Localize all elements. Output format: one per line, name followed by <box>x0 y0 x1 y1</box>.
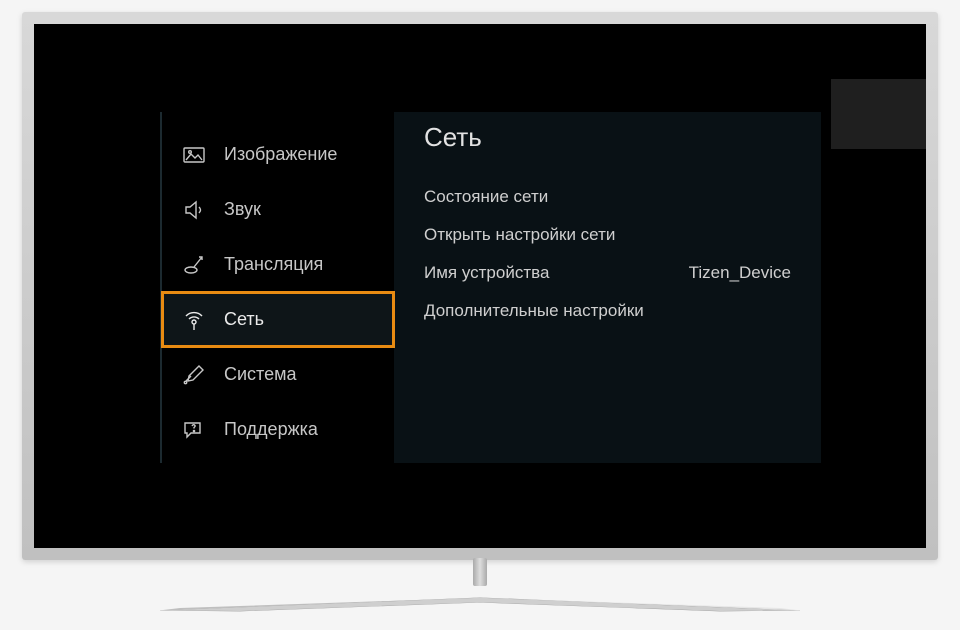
network-icon <box>180 306 208 334</box>
sidebar-item-label: Поддержка <box>224 419 318 440</box>
content-item-label: Открыть настройки сети <box>424 225 615 245</box>
content-title: Сеть <box>424 122 791 153</box>
tv-stand <box>130 558 830 618</box>
tv-frame: Изображение Звук <box>22 12 938 560</box>
system-icon <box>180 361 208 389</box>
sidebar-item-support[interactable]: Поддержка <box>162 402 394 457</box>
content-item-label: Имя устройства <box>424 263 549 283</box>
sidebar-item-label: Система <box>224 364 297 385</box>
sidebar-item-broadcast[interactable]: Трансляция <box>162 237 394 292</box>
sidebar-item-system[interactable]: Система <box>162 347 394 402</box>
settings-sidebar: Изображение Звук <box>160 112 394 463</box>
tv-stand-base <box>160 596 800 612</box>
support-icon <box>180 416 208 444</box>
content-item-label: Дополнительные настройки <box>424 301 644 321</box>
tv-stand-neck <box>473 558 487 586</box>
content-item-network-status[interactable]: Состояние сети <box>424 178 791 216</box>
sidebar-item-label: Изображение <box>224 144 337 165</box>
content-item-value: Tizen_Device <box>689 263 791 283</box>
sidebar-item-image[interactable]: Изображение <box>162 127 394 182</box>
sidebar-item-label: Сеть <box>224 309 264 330</box>
sidebar-item-label: Звук <box>224 199 261 220</box>
content-item-label: Состояние сети <box>424 187 548 207</box>
content-panel: Сеть Состояние сети Открыть настройки се… <box>394 112 821 463</box>
image-icon <box>180 141 208 169</box>
sidebar-item-network[interactable]: Сеть <box>162 292 394 347</box>
tv-screen: Изображение Звук <box>34 24 926 548</box>
broadcast-icon <box>180 251 208 279</box>
content-item-device-name[interactable]: Имя устройства Tizen_Device <box>424 254 791 292</box>
sound-icon <box>180 196 208 224</box>
decor-box <box>831 79 926 149</box>
sidebar-item-sound[interactable]: Звук <box>162 182 394 237</box>
content-item-open-network-settings[interactable]: Открыть настройки сети <box>424 216 791 254</box>
content-item-advanced-settings[interactable]: Дополнительные настройки <box>424 292 791 330</box>
sidebar-item-label: Трансляция <box>224 254 323 275</box>
settings-panel: Изображение Звук <box>160 112 821 463</box>
